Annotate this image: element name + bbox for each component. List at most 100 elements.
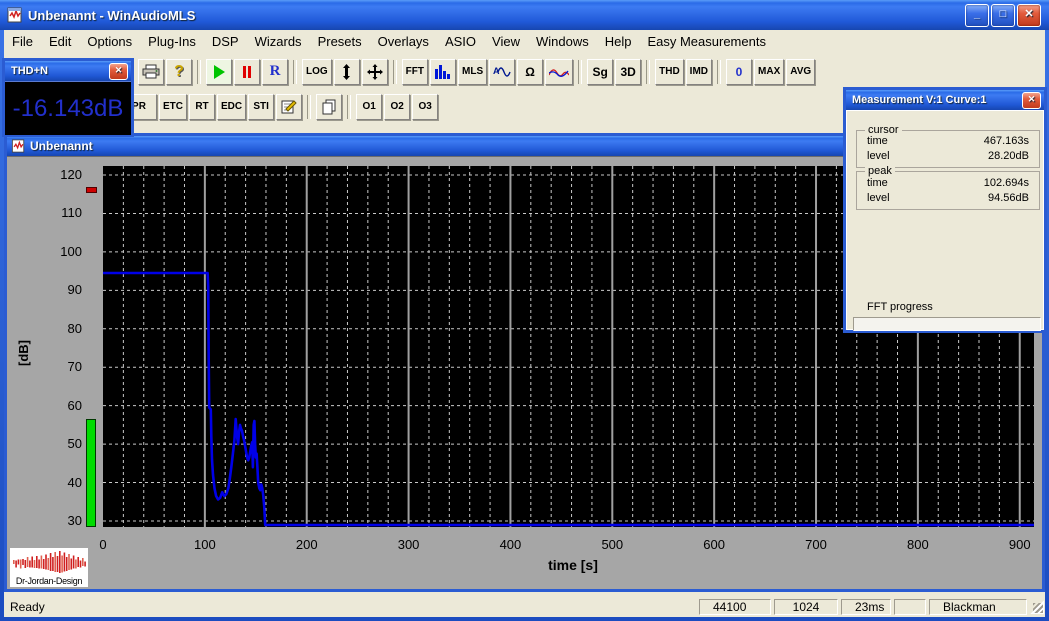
- close-button[interactable]: ✕: [1017, 4, 1041, 27]
- status-samplerate: 44100: [699, 599, 771, 615]
- menu-overlays[interactable]: Overlays: [370, 31, 437, 52]
- record-button[interactable]: R: [262, 59, 288, 85]
- status-fft-size: 1024: [774, 599, 838, 615]
- y-tick-label: 70: [48, 359, 82, 374]
- measurement-close-button[interactable]: ✕: [1022, 92, 1041, 109]
- cursor-time-label: time: [867, 135, 888, 147]
- toolbar-separator: [717, 60, 721, 84]
- peak-level-label: level: [867, 192, 890, 204]
- mls-button[interactable]: MLS: [458, 59, 487, 85]
- menu-asio[interactable]: ASIO: [437, 31, 484, 52]
- copy-button[interactable]: [316, 94, 342, 120]
- max-button[interactable]: MAX: [754, 59, 784, 85]
- peak-hold-marker: [86, 187, 97, 193]
- play-icon: [214, 65, 225, 79]
- menu-wizards[interactable]: Wizards: [247, 31, 310, 52]
- x-tick-label: 300: [384, 537, 434, 552]
- menu-edit[interactable]: Edit: [41, 31, 79, 52]
- plot-window-title: Unbenannt: [30, 139, 93, 153]
- maximize-button[interactable]: □: [991, 4, 1015, 27]
- report-icon: [281, 99, 298, 114]
- thd-n-title-bar[interactable]: THD+N ✕: [5, 61, 131, 81]
- y-tick-label: 40: [48, 475, 82, 490]
- app-icon: [7, 7, 23, 23]
- freq-response-button[interactable]: [545, 59, 573, 85]
- menu-file[interactable]: File: [4, 31, 41, 52]
- pan-button[interactable]: [362, 59, 388, 85]
- measurement-title: Measurement V:1 Curve:1: [852, 94, 987, 106]
- menu-windows[interactable]: Windows: [528, 31, 597, 52]
- signal-generator-button[interactable]: Sg: [587, 59, 613, 85]
- x-tick-label: 900: [995, 537, 1045, 552]
- peak-level-value: 94.56dB: [988, 192, 1029, 204]
- print-button[interactable]: [138, 59, 164, 85]
- avg-button[interactable]: AVG: [786, 59, 815, 85]
- sine-button[interactable]: A: [489, 59, 515, 85]
- menu-bar: File Edit Options Plug-Ins DSP Wizards P…: [4, 30, 1045, 53]
- fft-button[interactable]: FFT: [402, 59, 428, 85]
- spectrum-bars-icon: [435, 65, 451, 79]
- cursor-level-label: level: [867, 150, 890, 162]
- rt-button[interactable]: RT: [189, 94, 215, 120]
- peak-group-legend: peak: [865, 165, 895, 177]
- menu-presets[interactable]: Presets: [310, 31, 370, 52]
- x-tick-label: 700: [791, 537, 841, 552]
- minimize-button[interactable]: _: [965, 4, 989, 27]
- y-tick-label: 90: [48, 282, 82, 297]
- record-label: R: [270, 63, 281, 80]
- logo-text: Dr-Jordan-Design: [10, 576, 88, 586]
- overlay3-button[interactable]: O3: [412, 94, 438, 120]
- window-border-bottom: [0, 617, 1049, 621]
- report-button[interactable]: [276, 94, 302, 120]
- play-button[interactable]: [206, 59, 232, 85]
- x-tick-label: 200: [282, 537, 332, 552]
- x-tick-label: 400: [485, 537, 535, 552]
- toolbar-separator: [578, 60, 582, 84]
- overlay2-button[interactable]: O2: [384, 94, 410, 120]
- menu-options[interactable]: Options: [79, 31, 140, 52]
- thd-n-close-button[interactable]: ✕: [109, 63, 128, 80]
- y-tick-label: 30: [48, 513, 82, 528]
- menu-easy-measurements[interactable]: Easy Measurements: [639, 31, 774, 52]
- status-message: Ready: [4, 600, 699, 614]
- etc-button[interactable]: ETC: [159, 94, 187, 120]
- vertical-zoom-button[interactable]: [334, 59, 360, 85]
- toolbar-separator: [307, 95, 311, 119]
- fft-progress-bar: [853, 317, 1041, 331]
- vertical-arrows-icon: [342, 64, 351, 80]
- status-latency: 23ms: [841, 599, 891, 615]
- x-axis-title: time [s]: [493, 557, 653, 573]
- window-title: Unbenannt - WinAudioMLS: [28, 8, 195, 23]
- overlay1-button[interactable]: O1: [356, 94, 382, 120]
- three-d-button[interactable]: 3D: [615, 59, 641, 85]
- log-scale-button[interactable]: LOG: [302, 59, 332, 85]
- zero-button[interactable]: 0: [726, 59, 752, 85]
- y-axis-title: [dB]: [16, 340, 31, 366]
- x-tick-label: 600: [689, 537, 739, 552]
- help-button[interactable]: ?: [166, 59, 192, 85]
- toolbar-separator: [393, 60, 397, 84]
- fft-progress-label: FFT progress: [867, 301, 933, 313]
- menu-plugins[interactable]: Plug-Ins: [140, 31, 204, 52]
- menu-help[interactable]: Help: [597, 31, 640, 52]
- menu-dsp[interactable]: DSP: [204, 31, 247, 52]
- pause-button[interactable]: [234, 59, 260, 85]
- main-title-bar[interactable]: Unbenannt - WinAudioMLS _ □ ✕: [0, 0, 1049, 30]
- imd-button[interactable]: IMD: [686, 59, 712, 85]
- spectrum-button[interactable]: [430, 59, 456, 85]
- edc-button[interactable]: EDC: [217, 94, 246, 120]
- resize-grip[interactable]: [1030, 600, 1044, 614]
- sti-button[interactable]: STI: [248, 94, 274, 120]
- x-tick-label: 500: [587, 537, 637, 552]
- thd-button[interactable]: THD: [655, 59, 684, 85]
- menu-view[interactable]: View: [484, 31, 528, 52]
- toolbar-separator: [347, 95, 351, 119]
- y-tick-label: 80: [48, 321, 82, 336]
- x-tick-label: 800: [893, 537, 943, 552]
- measurement-title-bar[interactable]: Measurement V:1 Curve:1 ✕: [846, 90, 1044, 110]
- impedance-button[interactable]: Ω: [517, 59, 543, 85]
- cursor-group: cursor time 467.163s level 28.20dB: [856, 130, 1040, 168]
- move-arrows-icon: [367, 64, 383, 80]
- thd-n-value: -16.143dB: [13, 95, 124, 123]
- copy-pages-icon: [321, 99, 337, 115]
